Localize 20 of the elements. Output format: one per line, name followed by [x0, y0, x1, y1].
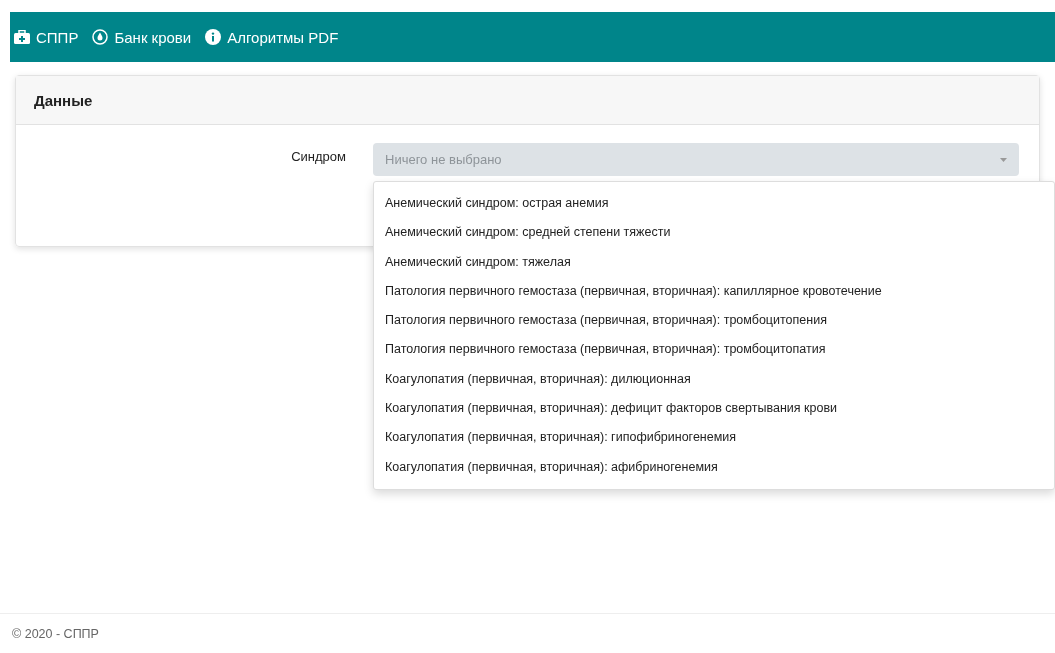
field-label: Синдром [290, 148, 346, 166]
dropdown-option[interactable]: Коагулопатия (первичная, вторичная): афибриногенемия [374, 452, 1054, 482]
nav-link[interactable]: Алгоритмы PDF [205, 28, 339, 46]
dropdown-option[interactable]: Анемический синдром: средней степени тяжести [374, 218, 1054, 248]
dropdown-option[interactable]: Патология первичного гемостаза (первичная, вторичная): капиллярное кровотечение [374, 276, 1054, 307]
card-title: Данные [34, 91, 93, 109]
dropdown-option[interactable]: Патология первичного гемостаза (первичная, вторичная): тромбоцитопатия [374, 335, 1054, 365]
dropdown-option[interactable]: Коагулопатия (первичная, вторичная): дефицит факторов свертывания крови [374, 394, 1054, 424]
dropdown-option[interactable]: Анемический синдром: тяжелая [374, 247, 1054, 277]
dropdown-option[interactable]: Коагулопатия (первичная, вторичная): дилюционная [374, 364, 1054, 395]
nav-link[interactable]: Банк крови [92, 28, 192, 46]
dropdown-option[interactable]: Анемический синдром: острая анемия [374, 189, 1054, 219]
nav-link[interactable]: СППР [14, 28, 79, 46]
info-icon [205, 29, 222, 45]
footer-text: © 2020 - СППР [12, 626, 99, 641]
caret-icon [1000, 157, 1007, 162]
dropdown-option[interactable]: Патология первичного гемостаза (первичная, вторичная): тромбоцитопения [374, 306, 1054, 336]
medical-kit-icon [14, 30, 30, 44]
dropdown-option[interactable]: Коагулопатия (первичная, вторичная): гипофибриногенемия [374, 423, 1054, 453]
drop-circle-icon [92, 29, 109, 45]
